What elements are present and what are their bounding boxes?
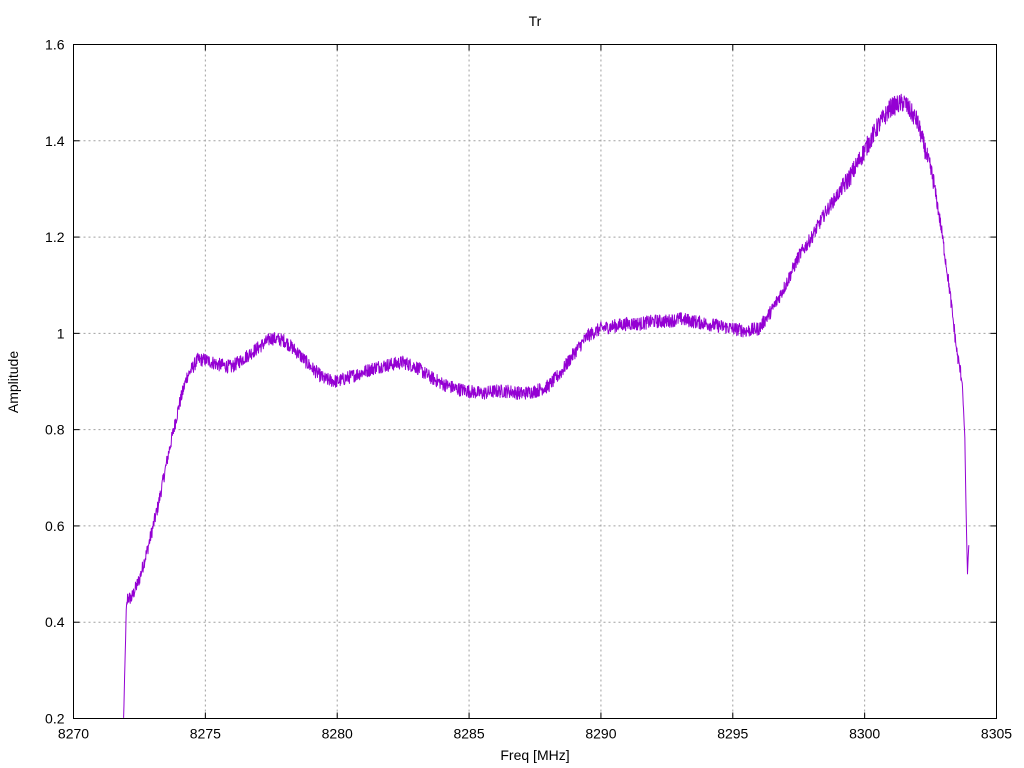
- y-tick-label: 0.4: [45, 614, 65, 630]
- x-axis-label: Freq [MHz]: [500, 747, 569, 763]
- x-tick-label: 8295: [717, 726, 748, 742]
- y-tick-label: 1.6: [45, 37, 65, 53]
- chart: Tr 8270 8275 8280 8285 8290 8295 8300 8305 0.2 0.…: [5, 13, 1012, 763]
- x-tick-label: 8300: [849, 726, 880, 742]
- chart-title: Tr: [529, 13, 542, 29]
- series-line: [123, 93, 970, 718]
- y-tick-label: 1.2: [45, 229, 65, 245]
- series-layer: [123, 93, 970, 718]
- x-tick-label: 8290: [585, 726, 616, 742]
- y-axis-label: Amplitude: [5, 351, 21, 413]
- y-tick-label: 1.4: [45, 133, 65, 149]
- y-tick-label: 1: [57, 325, 65, 341]
- x-tick-label: 8275: [190, 726, 221, 742]
- x-tick-label: 8285: [453, 726, 484, 742]
- grid: [73, 44, 997, 719]
- y-tick-label: 0.6: [45, 518, 65, 534]
- x-tick-label: 8305: [981, 726, 1012, 742]
- y-tick-label: 0.8: [45, 422, 65, 438]
- x-tick-label: 8280: [322, 726, 353, 742]
- x-tick-label: 8270: [58, 726, 89, 742]
- plot-frame: [73, 44, 997, 719]
- y-tick-label: 0.2: [45, 711, 65, 727]
